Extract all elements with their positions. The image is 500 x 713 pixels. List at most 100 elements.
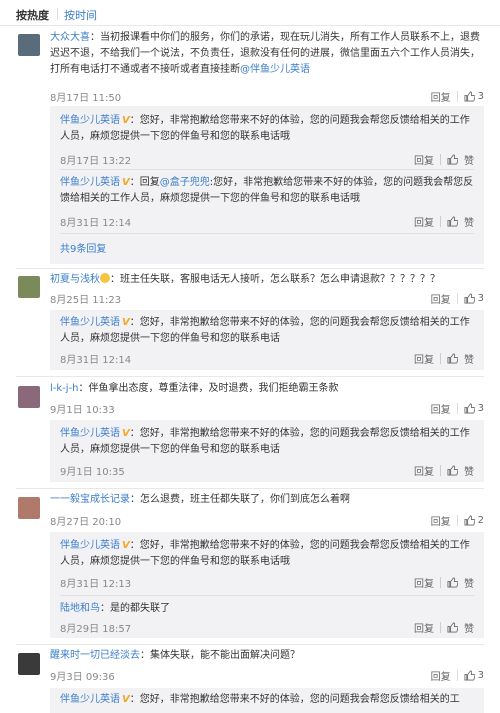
reply-list: 伴鱼少儿英语 V：您好，非常抱歉给您带来不好的体验，您的问题我会帮您反馈给相关的工 xyxy=(50,688,484,713)
comment-author[interactable]: 一一毅宝成长记录 xyxy=(50,494,130,505)
reply-button[interactable]: 回复 xyxy=(414,152,434,167)
more-replies-link[interactable]: 共9条回复 xyxy=(60,240,106,255)
action-divider xyxy=(440,353,441,364)
comment-time: 8月27日 20:10 xyxy=(50,517,122,528)
thumbs-up-icon[interactable] xyxy=(447,353,458,364)
comment-divider xyxy=(16,376,484,377)
thumbs-up-icon[interactable] xyxy=(447,465,458,476)
reply-actions: 回复 赞 xyxy=(414,351,474,366)
reply-time: 9月1日 10:35 xyxy=(60,467,125,478)
reply-author[interactable]: 伴鱼少儿英语 xyxy=(60,540,120,551)
verified-icon: V xyxy=(122,694,130,705)
reply-button[interactable]: 回复 xyxy=(431,668,451,683)
like-count: 3 xyxy=(477,91,484,102)
like-button[interactable]: 3 xyxy=(464,293,484,304)
reply-author[interactable]: 伴鱼少儿英语 xyxy=(60,317,120,328)
reply-divider xyxy=(60,233,474,234)
avatar[interactable] xyxy=(18,34,40,56)
like-label[interactable]: 赞 xyxy=(464,575,474,590)
comment-author[interactable]: 醒来时一切已经淡去 xyxy=(50,650,140,661)
comment-divider xyxy=(16,268,484,269)
reply-list: 伴鱼少儿英语 V：您好，非常抱歉给您带来不好的体验，您的问题我会帮您反馈给相关的工… xyxy=(50,532,484,638)
avatar[interactable] xyxy=(18,276,40,298)
reply-text: 陆地和鸟：是的都失联了 xyxy=(60,603,170,614)
reply-list: 伴鱼少儿英语 V：您好，非常抱歉给您带来不好的体验，您的问题我会帮您反馈给相关的工… xyxy=(50,310,484,370)
verified-icon: V xyxy=(122,428,130,439)
reply-author[interactable]: 伴鱼少儿英语 xyxy=(60,694,120,705)
thumbs-up-icon[interactable] xyxy=(447,622,458,633)
like-button[interactable]: 2 xyxy=(464,515,484,526)
reply-time: 8月31日 12:14 xyxy=(60,355,132,366)
reply-time: 8月29日 18:57 xyxy=(60,624,132,635)
thumbs-up-icon[interactable] xyxy=(447,216,458,227)
thumbs-up-icon xyxy=(464,293,475,304)
action-divider xyxy=(456,91,458,102)
reply-text: 伴鱼少儿英语 V：回复@盒子兜兜:您好，非常抱歉给您带来不好的体验，您的问题我会帮… xyxy=(60,177,474,204)
like-button[interactable]: 3 xyxy=(464,403,484,414)
like-label[interactable]: 赞 xyxy=(464,620,474,635)
like-button[interactable]: 3 xyxy=(464,91,484,102)
reply-divider xyxy=(60,169,474,170)
reply-button[interactable]: 回复 xyxy=(431,291,451,306)
comment-divider xyxy=(16,488,484,489)
comment-author[interactable]: 初夏与浅秋 xyxy=(50,274,100,285)
thumbs-up-icon xyxy=(464,670,475,681)
like-count: 3 xyxy=(477,670,484,681)
reply-text: 伴鱼少儿英语 V：您好，非常抱歉给您带来不好的体验，您的问题我会帮您反馈给相关的工… xyxy=(60,428,470,455)
verified-icon: V xyxy=(122,177,130,188)
reply-button[interactable]: 回复 xyxy=(431,513,451,528)
like-label[interactable]: 赞 xyxy=(464,152,474,167)
comment-actions: 回复 3 xyxy=(431,668,484,683)
action-divider xyxy=(456,670,458,681)
tab-sort-by-hot[interactable]: 按热度 xyxy=(16,7,49,23)
action-divider xyxy=(440,216,441,227)
reply-button[interactable]: 回复 xyxy=(414,351,434,366)
reply-button[interactable]: 回复 xyxy=(431,89,451,104)
reply-author[interactable]: 陆地和鸟 xyxy=(60,603,100,614)
reply-time: 8月17日 13:22 xyxy=(60,156,132,167)
reply-button[interactable]: 回复 xyxy=(431,401,451,416)
like-label[interactable]: 赞 xyxy=(464,463,474,478)
reply-button[interactable]: 回复 xyxy=(414,620,434,635)
comment-time: 9月3日 09:36 xyxy=(50,672,115,683)
reply-actions: 回复 赞 xyxy=(414,575,474,590)
reply-author[interactable]: 伴鱼少儿英语 xyxy=(60,428,120,439)
reply-button[interactable]: 回复 xyxy=(414,463,434,478)
comment-actions: 回复 2 xyxy=(431,513,484,528)
comment-divider xyxy=(16,644,484,645)
thumbs-up-icon xyxy=(464,403,475,414)
reply-text: 伴鱼少儿英语 V：您好，非常抱歉给您带来不好的体验，您的问题我会帮您反馈给相关的工 xyxy=(60,692,476,708)
verified-icon: V xyxy=(122,317,130,328)
thumbs-up-icon xyxy=(464,91,475,102)
comment-text: 初夏与浅秋 ：班主任失联，客服电话无人接听，怎么联系？怎么申请退款？？？？？？ xyxy=(50,273,440,285)
tab-divider xyxy=(57,8,58,20)
avatar[interactable] xyxy=(18,653,40,675)
verified-icon: V xyxy=(122,540,130,551)
reply-list: 伴鱼少儿英语 V：您好，非常抱歉给您带来不好的体验，您的问题我会帮您反馈给相关的工… xyxy=(50,420,484,482)
comment-actions: 回复 3 xyxy=(431,291,484,306)
avatar[interactable] xyxy=(18,497,40,519)
tab-sort-by-time[interactable]: 按时间 xyxy=(64,7,97,23)
reply-button[interactable]: 回复 xyxy=(414,575,434,590)
like-count: 2 xyxy=(477,515,484,526)
comment-time: 8月25日 11:23 xyxy=(50,295,122,306)
like-label[interactable]: 赞 xyxy=(464,214,474,229)
mention-link[interactable]: @伴鱼少儿英语 xyxy=(240,64,310,75)
like-label[interactable]: 赞 xyxy=(464,351,474,366)
comment-author[interactable]: 大众大喜 xyxy=(50,32,90,43)
reply-button[interactable]: 回复 xyxy=(414,214,434,229)
avatar[interactable] xyxy=(18,386,40,408)
emoji-icon xyxy=(100,273,110,283)
thumbs-up-icon[interactable] xyxy=(447,154,458,165)
comment-actions: 回复 3 xyxy=(431,401,484,416)
thumbs-up-icon[interactable] xyxy=(447,577,458,588)
reply-author[interactable]: 伴鱼少儿英语 xyxy=(60,115,120,126)
comment-author[interactable]: l-k-j-h xyxy=(50,383,79,394)
reply-text: 伴鱼少儿英语 V：您好，非常抱歉给您带来不好的体验，您的问题我会帮您反馈给相关的工… xyxy=(60,115,470,142)
mention-link[interactable]: @盒子兜兜 xyxy=(160,177,210,188)
reply-time: 8月31日 12:14 xyxy=(60,218,132,229)
reply-author[interactable]: 伴鱼少儿英语 xyxy=(60,177,120,188)
like-button[interactable]: 3 xyxy=(464,670,484,681)
action-divider xyxy=(440,154,441,165)
action-divider xyxy=(440,465,441,476)
